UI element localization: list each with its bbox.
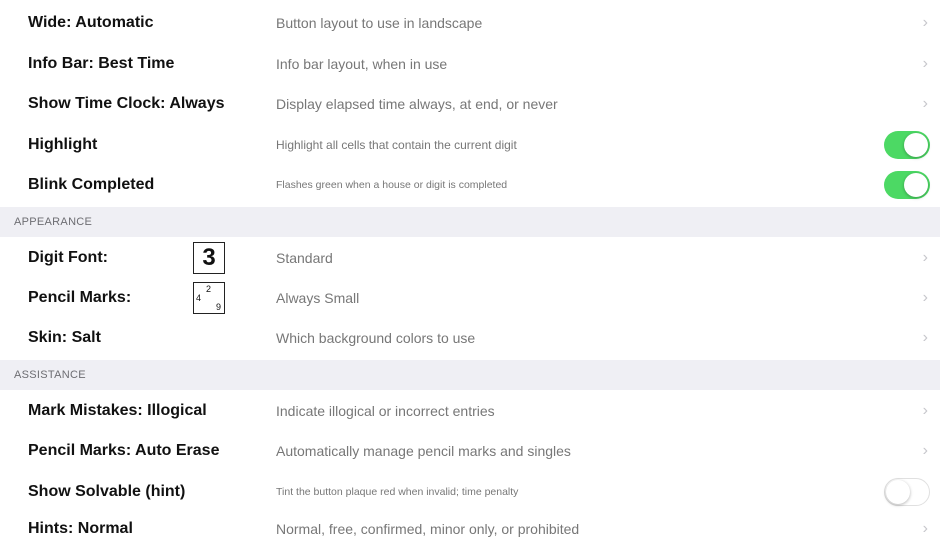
- toggle-knob: [904, 173, 928, 197]
- setting-row-mark-mistakes[interactable]: Mark Mistakes: Illogical Indicate illogi…: [0, 391, 940, 431]
- setting-description: Always Small: [276, 290, 360, 306]
- setting-description: Flashes green when a house or digit is c…: [276, 179, 508, 191]
- toggle-knob: [886, 480, 910, 504]
- setting-description: Highlight all cells that contain the cur…: [276, 138, 517, 152]
- setting-row-time-clock[interactable]: Show Time Clock: Always Display elapsed …: [0, 84, 940, 124]
- setting-description: Normal, free, confirmed, minor only, or …: [276, 521, 580, 537]
- setting-description: Info bar layout, when in use: [276, 56, 448, 72]
- chevron-right-icon: ›: [922, 520, 928, 537]
- blink-completed-toggle[interactable]: [884, 171, 930, 199]
- setting-description: Which background colors to use: [276, 330, 476, 346]
- setting-description: Tint the button plaque red when invalid;…: [276, 486, 519, 498]
- section-header-assistance: ASSISTANCE: [0, 360, 940, 390]
- setting-row-pencil-auto-erase[interactable]: Pencil Marks: Auto Erase Automatically m…: [0, 431, 940, 471]
- section-header-label: APPEARANCE: [14, 216, 93, 228]
- chevron-right-icon: ›: [922, 289, 928, 306]
- setting-row-digit-font[interactable]: Digit Font: 3 Standard ›: [0, 238, 940, 278]
- setting-label: Show Solvable (hint): [28, 483, 186, 500]
- pencil-mark: 2: [206, 284, 212, 294]
- setting-description: Display elapsed time always, at end, or …: [276, 96, 558, 112]
- setting-row-skin[interactable]: Skin: Salt Which background colors to us…: [0, 318, 940, 358]
- section-header-label: ASSISTANCE: [14, 369, 86, 381]
- chevron-right-icon: ›: [922, 442, 928, 459]
- setting-description: Indicate illogical or incorrect entries: [276, 403, 495, 419]
- setting-label: Hints: Normal: [28, 520, 133, 537]
- highlight-toggle[interactable]: [884, 131, 930, 159]
- setting-label: Digit Font:: [28, 249, 108, 266]
- setting-row-blink-completed: Blink Completed Flashes green when a hou…: [0, 165, 940, 205]
- setting-label: Blink Completed: [28, 176, 155, 193]
- setting-description: Standard: [276, 250, 333, 266]
- setting-label: Pencil Marks: Auto Erase: [28, 442, 220, 459]
- chevron-right-icon: ›: [922, 14, 928, 31]
- setting-label: Show Time Clock: Always: [28, 95, 225, 112]
- setting-label: Skin: Salt: [28, 329, 101, 346]
- setting-label: Pencil Marks:: [28, 289, 132, 306]
- setting-row-wide[interactable]: Wide: Automatic Button layout to use in …: [0, 3, 940, 43]
- chevron-right-icon: ›: [922, 329, 928, 346]
- pencil-mark: 4: [196, 293, 202, 303]
- chevron-right-icon: ›: [922, 402, 928, 419]
- setting-row-pencil-marks[interactable]: Pencil Marks: 4 2 9 Always Small ›: [0, 278, 940, 318]
- show-solvable-toggle[interactable]: [884, 478, 930, 506]
- setting-row-info-bar[interactable]: Info Bar: Best Time Info bar layout, whe…: [0, 44, 940, 84]
- setting-description: Automatically manage pencil marks and si…: [276, 443, 571, 459]
- digit-font-sample: 3: [193, 242, 225, 274]
- toggle-knob: [904, 133, 928, 157]
- setting-description: Button layout to use in landscape: [276, 15, 483, 31]
- setting-label: Highlight: [28, 136, 98, 153]
- setting-row-hints[interactable]: Hints: Normal Normal, free, confirmed, m…: [0, 509, 940, 549]
- pencil-marks-sample: 4 2 9: [193, 282, 225, 314]
- pencil-mark: 9: [216, 302, 222, 312]
- section-header-appearance: APPEARANCE: [0, 207, 940, 237]
- setting-row-show-solvable: Show Solvable (hint) Tint the button pla…: [0, 472, 940, 512]
- setting-label: Mark Mistakes: Illogical: [28, 402, 207, 419]
- setting-label: Wide: Automatic: [28, 14, 154, 31]
- setting-label: Info Bar: Best Time: [28, 55, 175, 72]
- chevron-right-icon: ›: [922, 249, 928, 266]
- chevron-right-icon: ›: [922, 95, 928, 112]
- setting-row-highlight: Highlight Highlight all cells that conta…: [0, 125, 940, 165]
- chevron-right-icon: ›: [922, 55, 928, 72]
